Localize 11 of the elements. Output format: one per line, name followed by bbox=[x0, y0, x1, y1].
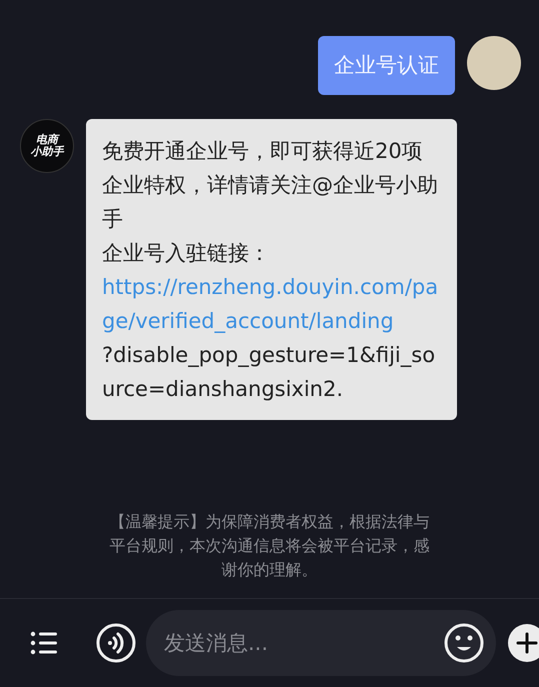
avatar-placeholder bbox=[467, 36, 521, 90]
emoji-icon[interactable] bbox=[444, 623, 484, 663]
voice-icon[interactable] bbox=[96, 623, 136, 663]
list-icon[interactable] bbox=[30, 631, 58, 655]
plus-icon[interactable] bbox=[508, 624, 539, 662]
link[interactable]: https://renzheng.douyin.com/page/verified_account/landing bbox=[102, 270, 441, 338]
privacy-notice: 【温馨提示】为保障消费者权益，根据法律与平台规则，本次沟通信息将会被平台记录，感谢你的理解。 bbox=[108, 511, 430, 581]
message-bubble: 免费开通企业号，即可获得近20项企业特权，详情请关注@企业号小助手 企业号入驻链接： https://renzheng.douyin.com/page/verified_account/landing ?disable_pop_gesture=1&fiji_source=dianshangsixin2. bbox=[86, 119, 457, 420]
message-input[interactable]: 发送消息... bbox=[146, 610, 496, 676]
bot-avatar: 电商 小助手 bbox=[20, 119, 74, 173]
message-bubble: 企业号认证 bbox=[318, 36, 455, 95]
